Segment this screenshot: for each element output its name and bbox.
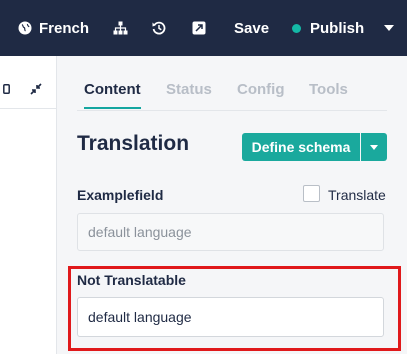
publish-label: Publish (310, 19, 365, 37)
caret-down-icon (370, 145, 378, 150)
page-title: Translation (77, 132, 190, 155)
preview-toolbar (0, 56, 56, 109)
status-dot-icon (292, 23, 301, 33)
translate-checkbox[interactable] (303, 185, 320, 202)
caret-down-icon (384, 25, 394, 31)
examplefield-label: Examplefield (77, 187, 164, 203)
define-schema-button[interactable]: Define schema (242, 133, 360, 161)
sitemap-icon (113, 21, 128, 35)
translate-label: Translate (328, 187, 386, 203)
highlight-box (68, 266, 401, 351)
sitemap-button[interactable] (113, 0, 128, 56)
external-preview-icon (192, 21, 206, 35)
tab-content[interactable]: Content (84, 56, 141, 109)
history-icon (152, 21, 166, 35)
publish-button[interactable]: Publish (292, 0, 364, 56)
mobile-device-icon[interactable] (3, 84, 10, 94)
preview-pane (0, 56, 57, 354)
language-selector[interactable]: French (18, 0, 89, 56)
tab-tools[interactable]: Tools (309, 56, 348, 109)
language-label: French (39, 19, 90, 37)
tab-config[interactable]: Config (237, 56, 284, 109)
save-label: Save (234, 19, 270, 37)
globe-icon (18, 21, 32, 35)
top-toolbar: French Save Publish (0, 0, 407, 56)
collapse-icon[interactable] (30, 83, 42, 95)
tab-status[interactable]: Status (166, 56, 212, 109)
save-button[interactable]: Save (234, 0, 269, 56)
publish-dropdown-toggle[interactable] (384, 0, 394, 56)
tab-bar: Content Status Config Tools (77, 56, 387, 111)
define-schema-dropdown[interactable] (361, 133, 387, 161)
examplefield-input[interactable] (77, 213, 384, 251)
history-button[interactable] (152, 0, 166, 56)
preview-button[interactable] (192, 0, 206, 56)
